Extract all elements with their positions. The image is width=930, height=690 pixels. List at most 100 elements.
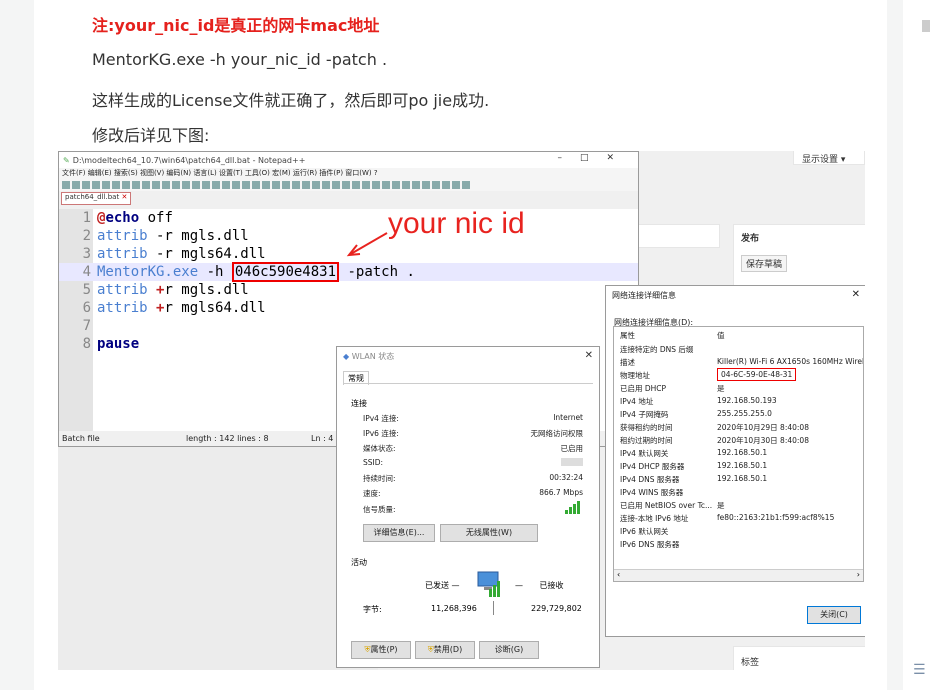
status-row: 媒体状态: 已启用 [363, 444, 583, 453]
status-row: 信号质量: [363, 501, 583, 516]
notepad-titlebar: ✎ D:\modeltech64_10.7\win64\patch64_dll.… [59, 152, 638, 168]
bytes-sent: 11,268,396 [431, 604, 477, 613]
list-item: 物理地址 04-6C-59-0E-48-31 [614, 368, 863, 383]
line-number: 8 [82, 336, 91, 352]
wlan-title: WLAN 状态 [351, 352, 395, 361]
list-item: 连接特定的 DNS 后缀 [620, 345, 694, 354]
list-item: IPv4 子网掩码 255.255.255.0 [620, 409, 772, 419]
wlan-app-icon: ◆ [343, 352, 350, 361]
signal-strength-icon [565, 501, 580, 514]
annotation-arrow [346, 232, 388, 257]
close-icon[interactable]: ✕ [852, 289, 860, 300]
window-controls: –□✕ [557, 153, 632, 163]
details-button[interactable]: 详细信息(E)... [363, 524, 435, 542]
list-item: 租约过期的时间 2020年10月30日 8:40:08 [620, 436, 809, 445]
annotation-label: your nic id [388, 207, 525, 240]
list-item: 连接-本地 IPv6 地址 fe80::2163:21b1:f599:acf8%1… [620, 513, 835, 523]
line-text: MentorKG.exe -h 046c590e4831 -patch . [97, 262, 415, 282]
display-settings-label: 显示设置 ▾ [802, 155, 846, 165]
line-text: @echo off [97, 210, 173, 226]
line-number: 6 [82, 300, 91, 316]
list-header: 属性值 [620, 331, 725, 340]
file-tab: patch64_dll.bat ✕ [61, 192, 132, 205]
scroll-left-icon[interactable]: ‹ [617, 570, 620, 579]
code-line-highlighted: 4 MentorKG.exe -h 046c590e4831 -patch . [59, 262, 638, 282]
list-item: IPv6 默认网关 [620, 527, 669, 536]
line-number: 5 [82, 282, 91, 298]
mac-address-highlight: 04-6C-59-0E-48-31 [717, 368, 797, 381]
line-number: 2 [82, 228, 91, 244]
close-tab-icon: ✕ [121, 193, 128, 201]
line-number: 1 [82, 210, 91, 226]
status-length: length : 142 lines : 8 [186, 434, 269, 443]
file-tab-label: patch64_dll.bat [65, 193, 120, 201]
code-line: 6 attrib +r mgls64.dll [59, 299, 638, 317]
line-number: 3 [82, 246, 91, 262]
wlan-status-dialog: ◆ WLAN 状态 ✕ 常规 连接 IPv4 连接: Internet IPv6 … [336, 346, 600, 668]
notepad-title: D:\modeltech64_10.7\win64\patch64_dll.ba… [72, 155, 306, 165]
list-item: IPv6 DNS 服务器 [620, 540, 680, 549]
section-connection: 连接 [351, 399, 367, 408]
notepad-app-icon: ✎ [63, 155, 70, 165]
section-activity: 活动 [351, 558, 367, 567]
bytes-divider [493, 601, 494, 615]
properties-button[interactable]: ⛨属性(P) [351, 641, 411, 659]
network-titlebar: 网络连接详细信息 ✕ [606, 286, 865, 305]
list-item: IPv4 DHCP 服务器 192.168.50.1 [620, 461, 768, 471]
list-item: IPv4 地址 192.168.50.193 [620, 396, 777, 406]
code-line: 7 [59, 317, 638, 335]
close-button[interactable]: 关闭(C) [807, 606, 861, 624]
code-line: 5 attrib +r mgls.dll [59, 281, 638, 299]
nic-id-highlight: 046c590e4831 [231, 262, 340, 282]
status-position: Ln : 4 [311, 434, 334, 443]
disable-button[interactable]: ⛨禁用(D) [415, 641, 475, 659]
status-row: IPv4 连接: Internet [363, 413, 583, 423]
notepad-menubar: 文件(F) 编辑(E) 搜索(S) 视图(V) 编码(N) 语言(L) 设置(T… [59, 168, 638, 179]
line-number: 7 [82, 318, 91, 334]
status-row: 速度: 866.7 Mbps [363, 488, 583, 498]
network-details-list[interactable]: 属性值 连接特定的 DNS 后缀 描述 Killer(R) Wi-Fi 6 AX1… [613, 326, 864, 582]
status-row: IPv6 连接: 无网络访问权限 [363, 429, 583, 438]
wireless-properties-button[interactable]: 无线属性(W) [440, 524, 538, 542]
line-text: attrib +r mgls64.dll [97, 300, 266, 316]
notepad-toolbar [59, 179, 638, 191]
list-item: IPv4 默认网关 192.168.50.1 [620, 448, 768, 458]
network-computer-icon [477, 571, 500, 597]
notepad-tabbar: patch64_dll.bat ✕ [59, 191, 638, 205]
line-number: 4 [82, 264, 91, 280]
sidebar-image-placeholder [922, 20, 930, 32]
caption-text: 修改后详见下图: [92, 126, 210, 145]
publish-title: 发布 [741, 234, 760, 244]
line-text: attrib -r mgls.dll [97, 228, 249, 244]
list-item: IPv4 DNS 服务器 192.168.50.1 [620, 474, 768, 484]
note-text: 注:your_nic_id是真正的网卡mac地址 [92, 16, 380, 35]
list-item: 已启用 DHCP 是 [620, 384, 725, 393]
bytes-label: 字节: [363, 605, 382, 614]
list-item: 获得租约的时间 2020年10月29日 8:40:08 [620, 423, 809, 432]
left-gutter [0, 0, 34, 690]
command-text: MentorKG.exe -h your_nic_id -patch . [92, 50, 388, 69]
right-sidebar [903, 0, 930, 690]
list-item: 已启用 NetBIOS over Tc... 是 [620, 501, 725, 510]
menu-icon[interactable]: ☰ [913, 662, 930, 682]
sent-label: 已发送 — [425, 581, 460, 590]
network-details-dialog: 网络连接详细信息 ✕ 网络连接详细信息(D): 属性值 连接特定的 DNS 后缀… [605, 285, 865, 637]
screenshot-image: 显示设置 ▾ 发布 保存草稿 标签 ✎ D:\modeltech64_10.7\… [58, 151, 865, 670]
diagnose-button[interactable]: 诊断(G) [479, 641, 539, 659]
line-text: attrib -r mgls64.dll [97, 246, 266, 262]
publish-panel: 发布 保存草稿 [733, 224, 865, 286]
close-icon[interactable]: ✕ [585, 350, 593, 361]
status-row: 持续时间: 00:32:24 [363, 473, 583, 483]
status-row: SSID: [363, 458, 583, 470]
status-filetype: Batch file [62, 434, 100, 443]
scroll-right-icon[interactable]: › [857, 570, 860, 579]
tags-title: 标签 [741, 658, 760, 668]
network-title: 网络连接详细信息 [612, 291, 676, 300]
instruction-text: 这样生成的License文件就正确了，然后即可po jie成功. [92, 91, 490, 110]
save-draft-button: 保存草稿 [741, 255, 788, 272]
list-item: IPv4 WINS 服务器 [620, 488, 684, 497]
line-text: attrib +r mgls.dll [97, 282, 249, 298]
horizontal-scrollbar[interactable]: ‹ › [614, 569, 863, 581]
line-text: pause [97, 336, 140, 352]
ssid-redacted [561, 458, 583, 466]
